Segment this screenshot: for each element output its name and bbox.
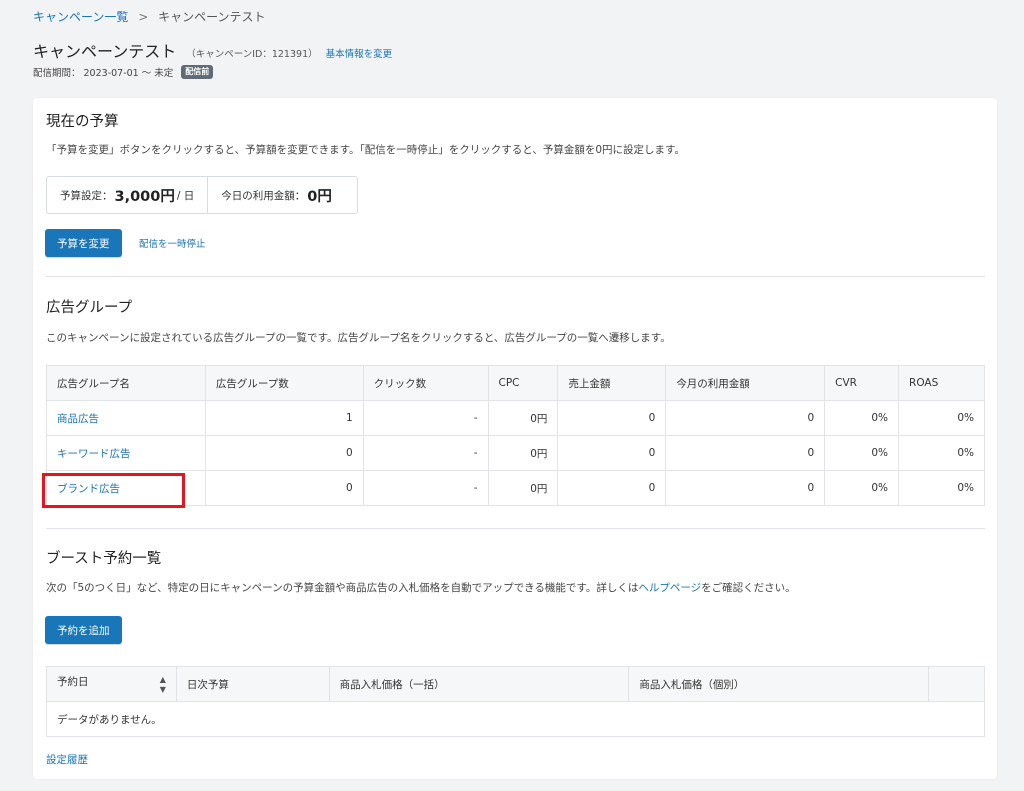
campaign-id: （キャンペーンID：121391） bbox=[186, 49, 318, 60]
table-row: 商品広告 1 - 0円 0 0 0% 0% bbox=[46, 400, 985, 436]
roas: 0% bbox=[898, 435, 985, 471]
help-page-link[interactable]: ヘルプページ bbox=[638, 582, 701, 594]
breadcrumb-separator: > bbox=[138, 10, 149, 24]
today-spend-cell: 今日の利用金額： 0円 bbox=[207, 177, 347, 213]
boost-table: 予約日 ▲ ▼ 日次予算 商品入札価格（一括） 商品入札価格（個別） データがあり… bbox=[46, 666, 985, 737]
monthly-spend: 0 bbox=[665, 400, 826, 436]
period-row: 配信期間： 2023-07-01 ～ 未定 配信前 bbox=[33, 65, 214, 79]
cvr: 0% bbox=[824, 470, 900, 506]
cpc: 0円 bbox=[487, 435, 559, 471]
settings-history-link[interactable]: 設定履歴 bbox=[46, 752, 88, 767]
budget-setting-label: 予算設定： bbox=[60, 189, 113, 202]
col-cpc: CPC bbox=[487, 365, 559, 401]
col-monthly-spend: 今月の利用金額 bbox=[665, 365, 826, 401]
sort-icon[interactable]: ▲ ▼ bbox=[160, 675, 166, 695]
clicks: - bbox=[362, 400, 489, 436]
ad-group-name-link[interactable]: キーワード広告 bbox=[57, 448, 131, 460]
ad-groups-section-title: 広告グループ bbox=[46, 300, 133, 316]
roas: 0% bbox=[898, 470, 985, 506]
col-bulk-bid: 商品入札価格（一括） bbox=[328, 666, 630, 702]
boost-description: 次の「5のつく日」など、特定の日にキャンペーンの予算金額や商品広告の入札価格を自… bbox=[46, 580, 796, 595]
cvr: 0% bbox=[824, 400, 900, 436]
col-individual-bid: 商品入札価格（個別） bbox=[628, 666, 930, 702]
divider-1 bbox=[46, 276, 985, 277]
monthly-spend: 0 bbox=[665, 470, 826, 506]
main-card: 現在の予算 「予算を変更」ボタンをクリックすると、予算額を変更できます。「配信を… bbox=[33, 98, 997, 779]
page-title: キャンペーンテスト bbox=[33, 42, 177, 61]
budget-summary-box: 予算設定： 3,000円 / 日 今日の利用金額： 0円 bbox=[46, 176, 358, 214]
budget-section-title: 現在の予算 bbox=[46, 114, 119, 130]
ad-group-count: 0 bbox=[204, 435, 364, 471]
empty-message: データがありません。 bbox=[46, 701, 985, 737]
table-row: キーワード広告 0 - 0円 0 0 0% 0% bbox=[46, 435, 985, 471]
change-budget-button[interactable]: 予算を変更 bbox=[45, 229, 122, 257]
divider-2 bbox=[46, 528, 985, 529]
boost-description-tail: をご確認ください。 bbox=[701, 582, 796, 594]
col-reservation-date-label: 予約日 bbox=[57, 675, 89, 688]
budget-setting-value: 3,000円 bbox=[114, 188, 175, 205]
col-cvr: CVR bbox=[824, 365, 900, 401]
budget-setting-cell: 予算設定： 3,000円 / 日 bbox=[47, 177, 207, 213]
col-clicks: クリック数 bbox=[362, 365, 489, 401]
ad-groups-table: 広告グループ名 広告グループ数 クリック数 CPC 売上金額 今月の利用金額 C… bbox=[46, 365, 985, 506]
title-row: キャンペーンテスト （キャンペーンID：121391） 基本情報を変更 bbox=[33, 38, 392, 62]
cpc: 0円 bbox=[487, 470, 559, 506]
budget-description: 「予算を変更」ボタンをクリックすると、予算額を変更できます。「配信を一時停止」を… bbox=[46, 144, 685, 156]
add-reservation-button[interactable]: 予約を追加 bbox=[45, 616, 122, 644]
ad-groups-description: このキャンペーンに設定されている広告グループの一覧です。広告グループ名をクリック… bbox=[46, 332, 671, 344]
ad-group-count: 1 bbox=[204, 400, 364, 436]
period-label: 配信期間： bbox=[33, 68, 81, 79]
today-spend-label: 今日の利用金額： bbox=[221, 189, 306, 202]
col-ad-group-name: 広告グループ名 bbox=[46, 365, 206, 401]
sales: 0 bbox=[557, 470, 667, 506]
period-value: 2023-07-01 ～ 未定 bbox=[83, 68, 174, 79]
status-badge: 配信前 bbox=[181, 65, 214, 79]
boost-description-text: 次の「5のつく日」など、特定の日にキャンペーンの予算金額や商品広告の入札価格を自… bbox=[46, 582, 639, 594]
today-spend-value: 0円 bbox=[307, 188, 332, 205]
col-ad-group-count: 広告グループ数 bbox=[204, 365, 364, 401]
monthly-spend: 0 bbox=[665, 435, 826, 471]
sales: 0 bbox=[557, 435, 667, 471]
ad-group-count: 0 bbox=[204, 470, 364, 506]
col-roas: ROAS bbox=[898, 365, 985, 401]
col-daily-budget: 日次予算 bbox=[175, 666, 330, 702]
cvr: 0% bbox=[824, 435, 900, 471]
table-row: ブランド広告 0 - 0円 0 0 0% 0% bbox=[46, 470, 985, 506]
budget-setting-unit: / 日 bbox=[176, 189, 195, 202]
breadcrumb-campaign-list-link[interactable]: キャンペーン一覧 bbox=[33, 10, 128, 24]
empty-row: データがありません。 bbox=[46, 701, 985, 737]
clicks: - bbox=[362, 470, 489, 506]
breadcrumb-current: キャンペーンテスト bbox=[158, 10, 266, 24]
edit-basic-info-link[interactable]: 基本情報を変更 bbox=[326, 46, 393, 60]
ad-group-name-link[interactable]: ブランド広告 bbox=[57, 483, 120, 495]
pause-delivery-link[interactable]: 配信を一時停止 bbox=[139, 236, 206, 250]
breadcrumb: キャンペーン一覧 > キャンペーンテスト bbox=[33, 8, 266, 25]
clicks: - bbox=[362, 435, 489, 471]
cpc: 0円 bbox=[487, 400, 559, 436]
boost-section-title: ブースト予約一覧 bbox=[46, 551, 162, 567]
col-reservation-date[interactable]: 予約日 ▲ ▼ bbox=[46, 666, 177, 702]
col-actions bbox=[928, 666, 985, 702]
boost-header-row: 予約日 ▲ ▼ 日次予算 商品入札価格（一括） 商品入札価格（個別） bbox=[46, 666, 985, 702]
col-sales: 売上金額 bbox=[557, 365, 667, 401]
ad-group-name-link[interactable]: 商品広告 bbox=[57, 413, 99, 425]
ad-groups-header-row: 広告グループ名 広告グループ数 クリック数 CPC 売上金額 今月の利用金額 C… bbox=[46, 365, 985, 401]
sales: 0 bbox=[557, 400, 667, 436]
roas: 0% bbox=[898, 400, 985, 436]
